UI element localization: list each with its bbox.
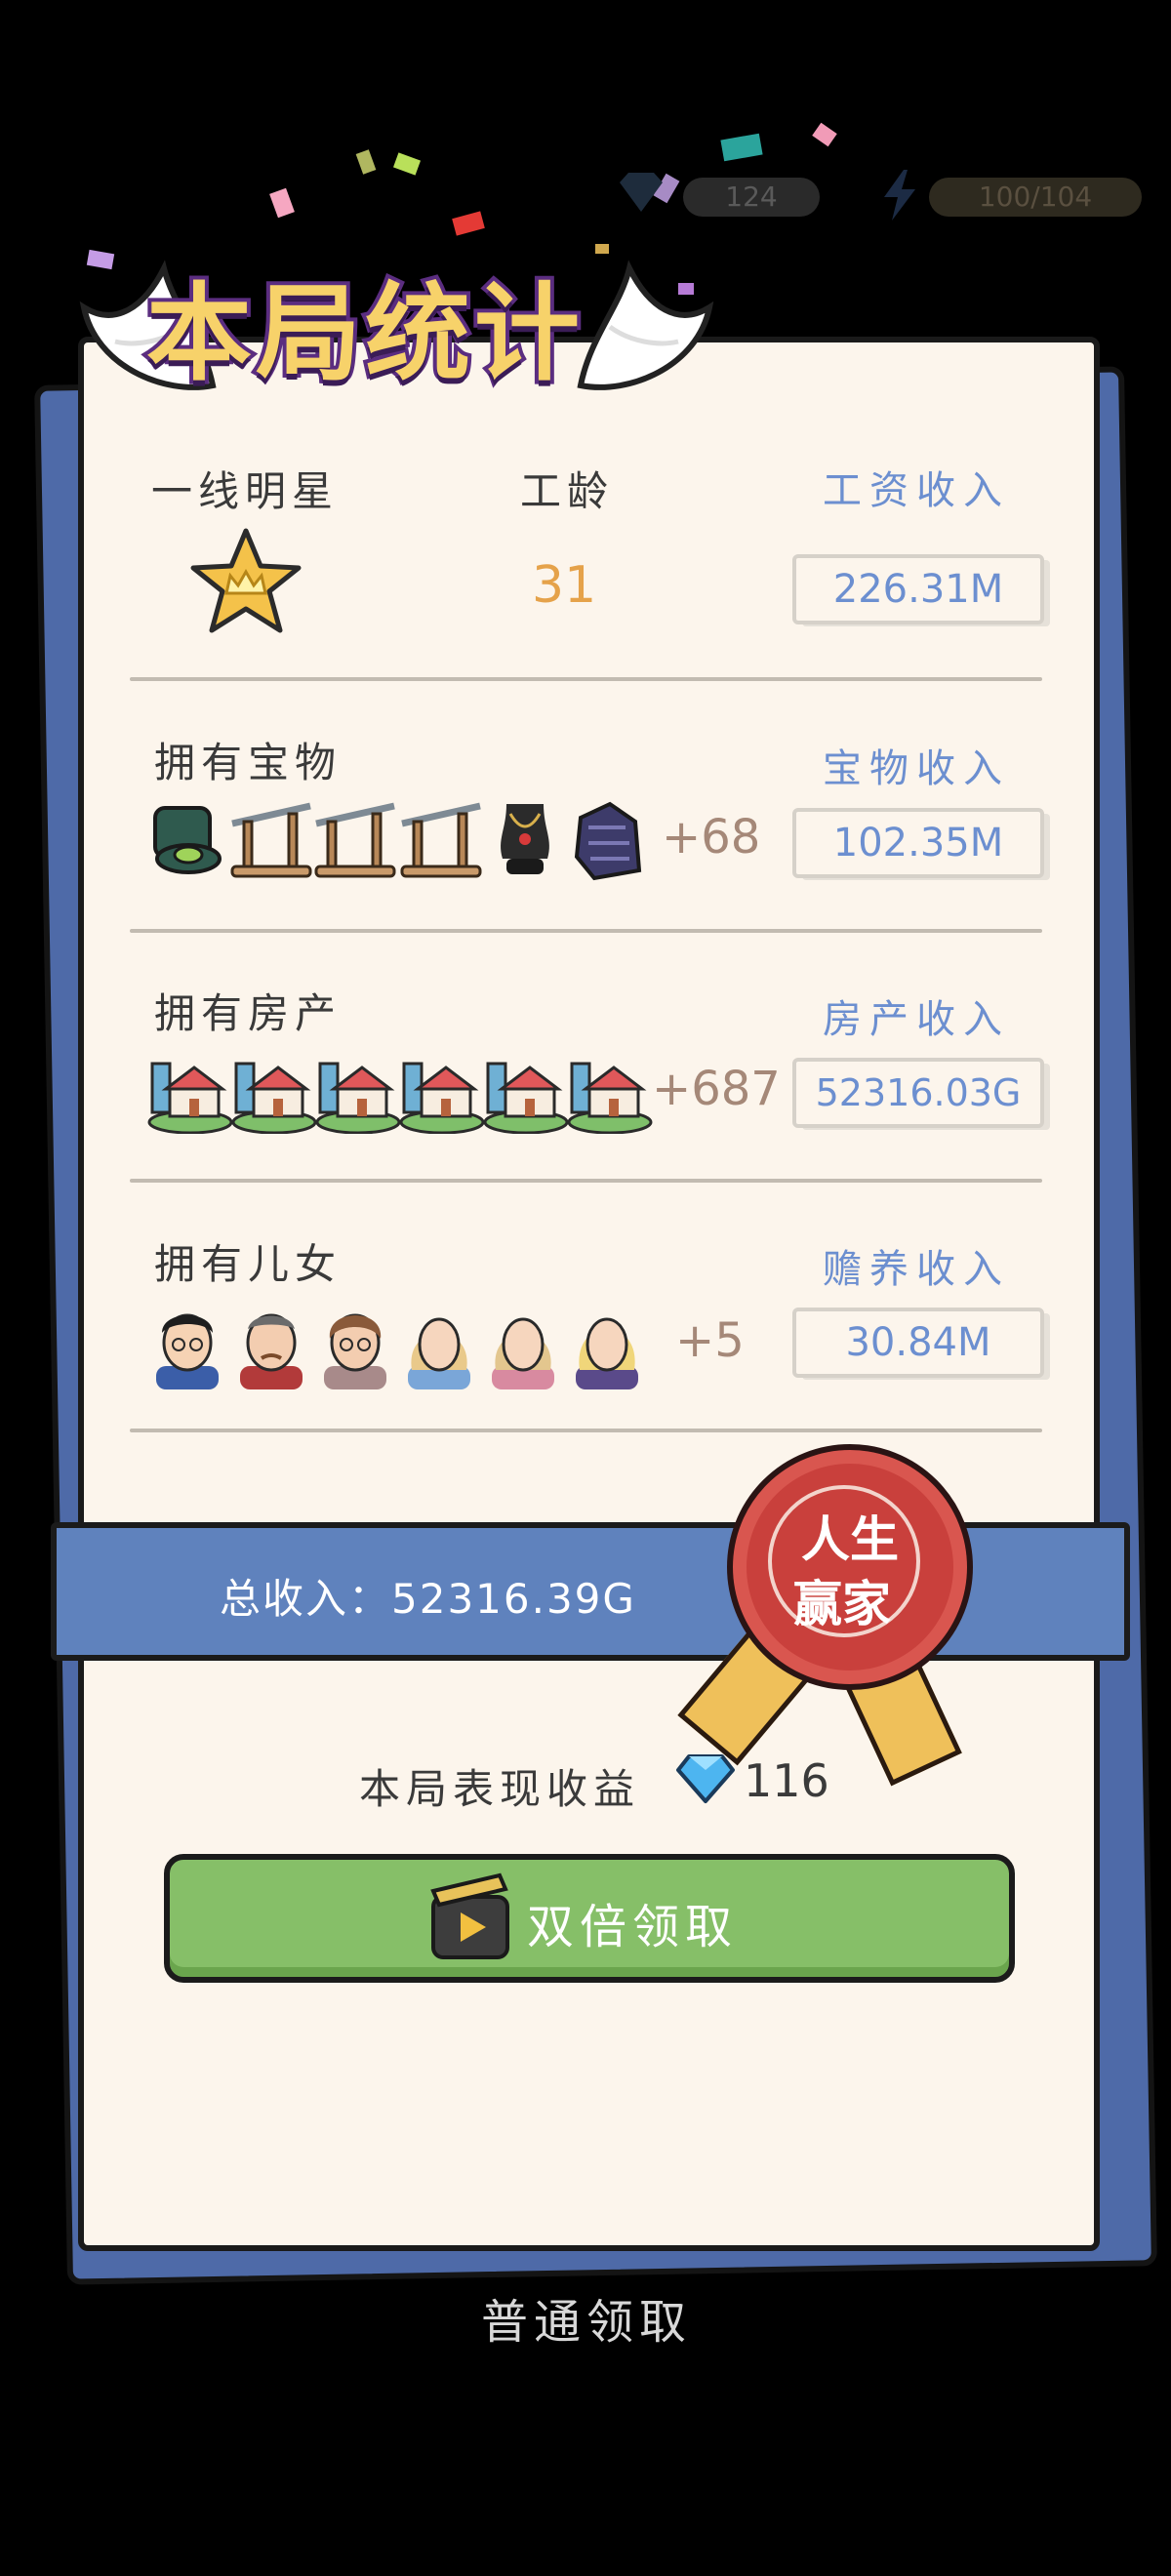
- reward-gem-count: 116: [744, 1754, 829, 1807]
- video-play-icon: [430, 1872, 509, 1959]
- rank-label: 一线明星: [151, 467, 340, 515]
- children-label: 拥有儿女: [154, 1240, 343, 1288]
- treasures-label: 拥有宝物: [154, 739, 343, 786]
- gem-icon: [617, 168, 666, 217]
- seal-text-line2: 赢家: [793, 1576, 891, 1632]
- salary-income-value: 226.31M: [792, 554, 1044, 624]
- house-icon: [231, 1062, 317, 1134]
- child-portrait-icon: [156, 1313, 219, 1389]
- energy-counter: 100/104: [929, 178, 1142, 217]
- gem-counter: 124: [683, 178, 820, 217]
- divider: [130, 1179, 1042, 1183]
- necklace-icon: [501, 804, 549, 874]
- seal-text-line1: 人生: [801, 1511, 899, 1568]
- treasures-more-count: +68: [662, 810, 761, 865]
- treasure-income-label: 宝物收入: [823, 746, 1010, 791]
- double-claim-label: 双倍领取: [527, 1900, 739, 1954]
- house-icon: [315, 1062, 401, 1134]
- support-income-value: 30.84M: [792, 1308, 1044, 1378]
- ring-box-icon: [153, 806, 222, 874]
- divider: [130, 929, 1042, 933]
- house-icon: [147, 1062, 233, 1134]
- sword-stand-icon: [400, 802, 482, 878]
- divider: [130, 1429, 1042, 1432]
- reward-label: 本局表现收益: [359, 1765, 641, 1813]
- sword-stand-icon: [314, 802, 396, 878]
- right-wing-icon: [577, 260, 714, 390]
- energy-icon: [880, 168, 919, 222]
- total-income-text: 总收入：52316.39G: [220, 1575, 636, 1623]
- support-income-label: 赡养收入: [823, 1247, 1010, 1292]
- child-portrait-icon: [408, 1317, 470, 1389]
- treasure-income-value: 102.35M: [792, 808, 1044, 878]
- child-portrait-icon: [492, 1317, 554, 1389]
- child-portrait-icon: [240, 1313, 303, 1389]
- child-portrait-icon: [324, 1313, 386, 1389]
- children-more-count: +5: [675, 1313, 745, 1368]
- sword-stand-icon: [230, 802, 312, 878]
- diamond-icon: [676, 1754, 735, 1803]
- normal-claim-link[interactable]: 普通领取: [481, 2283, 692, 2352]
- property-income-label: 房产收入: [823, 997, 1010, 1042]
- salary-income-label: 工资收入: [823, 468, 1010, 513]
- page-title: 本局统计: [142, 269, 585, 399]
- properties-label: 拥有房产: [154, 989, 343, 1037]
- winner-seal: 人生 赢家: [727, 1444, 973, 1690]
- seniority-label: 工龄: [520, 467, 615, 515]
- seniority-value: 31: [532, 556, 597, 615]
- armor-icon: [574, 801, 642, 881]
- property-income-value: 52316.03G: [792, 1058, 1044, 1128]
- properties-more-count: +687: [652, 1062, 781, 1116]
- house-icon: [567, 1062, 653, 1134]
- child-portrait-icon: [576, 1317, 638, 1389]
- house-icon: [399, 1062, 485, 1134]
- house-icon: [483, 1062, 569, 1134]
- divider: [130, 677, 1042, 681]
- star-crown-icon: [190, 528, 302, 633]
